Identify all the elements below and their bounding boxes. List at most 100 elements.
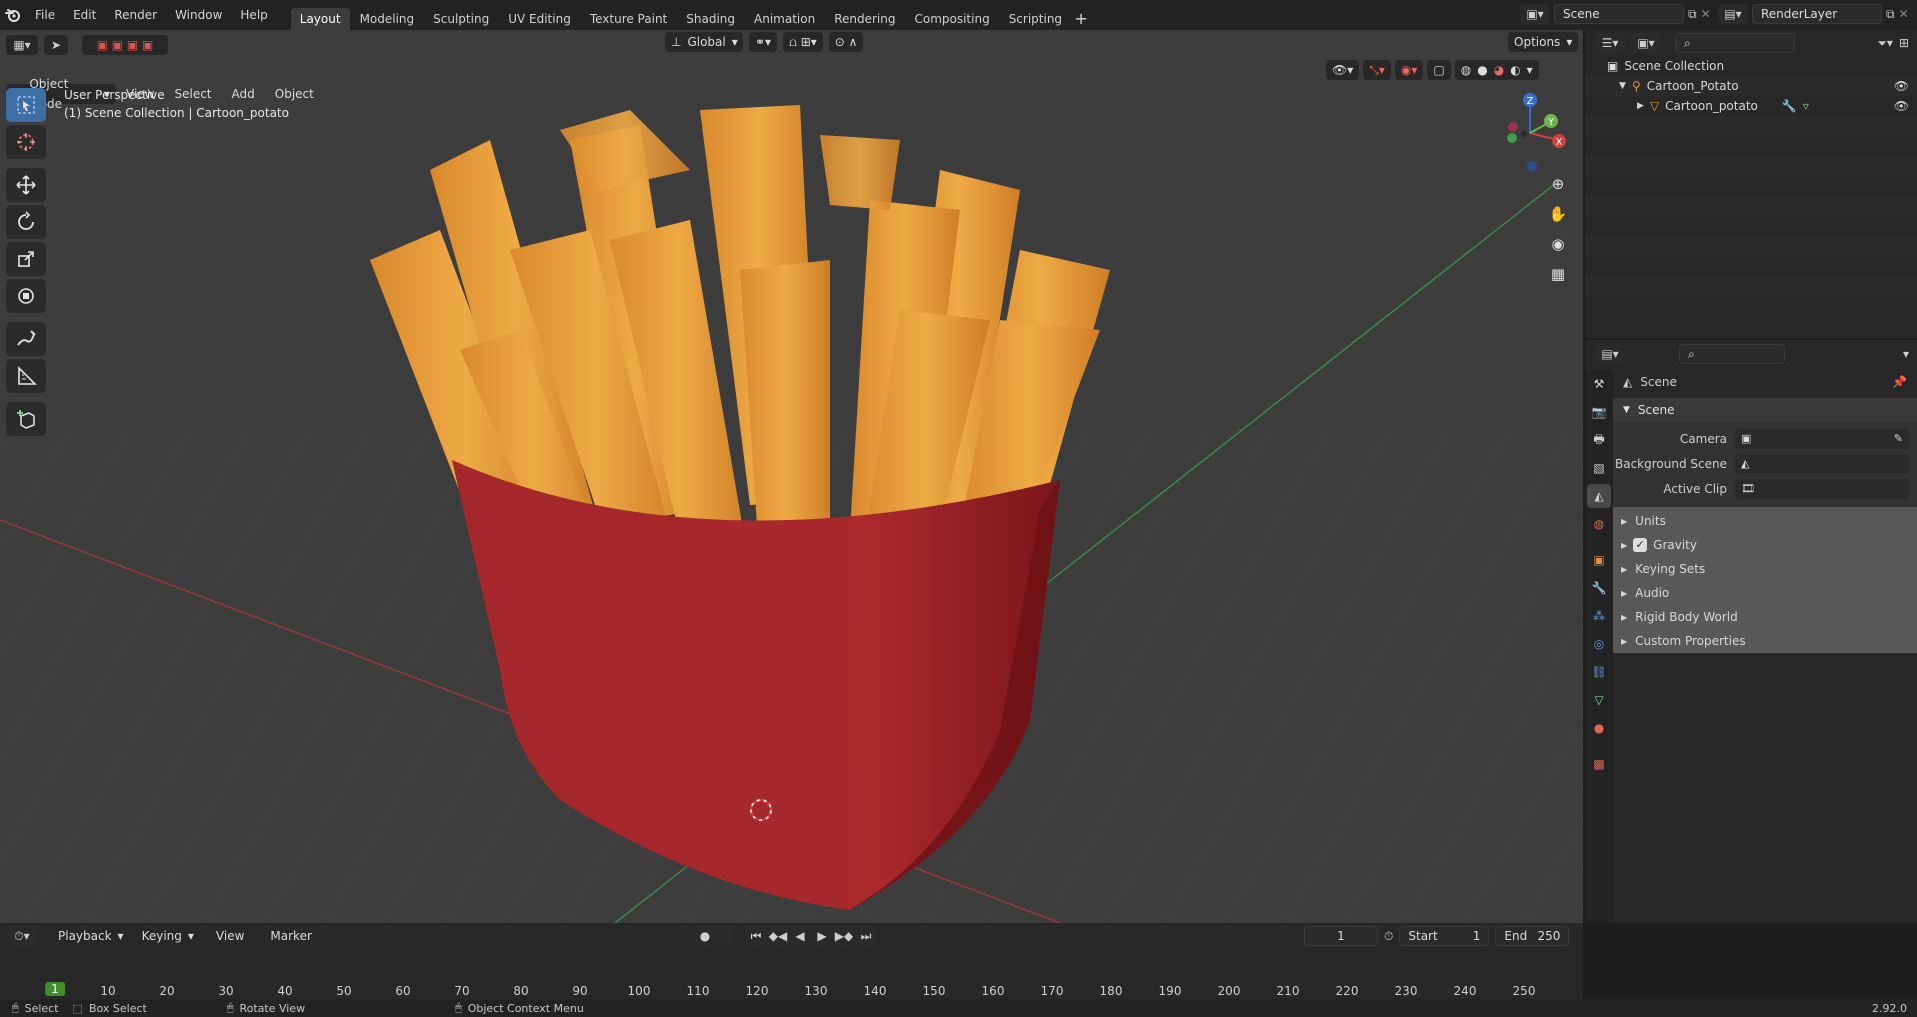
add-cube-tool[interactable] (6, 402, 46, 436)
editor-type-icon[interactable]: ▦▾ (6, 35, 38, 55)
material-tab-icon[interactable]: ● (1587, 716, 1611, 740)
rendered-shading-icon[interactable]: ◐ (1510, 60, 1520, 80)
playback-dropdown[interactable]: Playback ▾ (52, 926, 130, 946)
cursor-tool[interactable] (6, 125, 46, 159)
record-icon[interactable]: ● (694, 926, 716, 946)
blender-logo-icon[interactable] (0, 0, 26, 30)
visibility-eye-icon[interactable]: 👁 (1894, 99, 1909, 113)
menu-render[interactable]: Render (105, 0, 166, 30)
view-layer-tab-icon[interactable]: ▧ (1587, 456, 1611, 480)
tab-compositing[interactable]: Compositing (905, 8, 998, 30)
menu-edit[interactable]: Edit (64, 0, 105, 30)
tab-sculpting[interactable]: Sculpting (424, 8, 498, 30)
delete-scene-icon[interactable]: ✕ (1701, 7, 1711, 21)
keying-dropdown[interactable]: Keying ▾ (135, 926, 200, 946)
chevron-down-icon[interactable]: ▾ (1527, 60, 1533, 80)
tab-texture-paint[interactable]: Texture Paint (581, 8, 676, 30)
pan-hand-icon[interactable]: ✋ (1544, 200, 1572, 228)
expand-arrow-icon[interactable]: ▼ (1619, 81, 1626, 91)
gizmo-toggle[interactable]: ⤡▾ (1363, 60, 1391, 80)
gravity-panel-header[interactable]: ▶ ✓ Gravity (1613, 533, 1917, 557)
outliner-row-scene-collection[interactable]: ▣ Scene Collection (1585, 56, 1917, 76)
selection-mode-icon[interactable]: ▣ ▣ ▣ ▣ (82, 35, 168, 55)
solid-shading-icon[interactable]: ● (1477, 60, 1487, 80)
visibility-eye-icon[interactable]: 👁 (1894, 79, 1909, 93)
measure-tool[interactable] (6, 359, 46, 393)
transform-tool[interactable] (6, 279, 46, 313)
start-frame-field[interactable]: Start 1 (1399, 926, 1490, 946)
pin-icon[interactable]: 📌 (1892, 375, 1907, 389)
play-reverse-icon[interactable]: ◀ (790, 926, 810, 946)
expand-arrow-icon[interactable]: ▶ (1637, 101, 1644, 111)
options-dropdown[interactable]: Options ▾ (1508, 32, 1579, 52)
scene-panel-header[interactable]: ▼ Scene (1613, 398, 1917, 422)
viewport-menu-add[interactable]: Add (222, 87, 265, 101)
auto-key-options-icon[interactable] (718, 926, 734, 946)
camera-view-icon[interactable]: ◉ (1544, 230, 1572, 258)
pivot-point-dropdown[interactable]: ⚭▾ (749, 32, 778, 52)
rotate-tool[interactable] (6, 205, 46, 239)
display-mode-icon[interactable]: ▣▾ (1631, 33, 1661, 53)
annotate-tool[interactable] (6, 322, 46, 356)
overlays-toggle[interactable]: ◉▾ (1394, 60, 1424, 80)
constraints-tab-icon[interactable]: ⛓ (1587, 660, 1611, 684)
material-shading-icon[interactable]: ◕ (1494, 60, 1504, 80)
keying-sets-panel-header[interactable]: ▶ Keying Sets (1613, 557, 1917, 581)
background-scene-field[interactable]: ◭ (1735, 453, 1909, 474)
jump-start-icon[interactable]: ⏮ (746, 926, 766, 946)
custom-properties-panel-header[interactable]: ▶ Custom Properties (1613, 629, 1917, 653)
prev-keyframe-icon[interactable]: ◆◀ (768, 926, 788, 946)
snap-dropdown[interactable]: ⩍ ⊞▾ (783, 32, 823, 52)
next-keyframe-icon[interactable]: ▶◆ (834, 926, 854, 946)
active-clip-field[interactable]: 🎞 (1735, 478, 1909, 499)
outliner-row-collection[interactable]: ▼ ⚲ Cartoon_Potato 👁 (1585, 76, 1917, 96)
properties-search-input[interactable]: ⌕ (1679, 344, 1785, 364)
filter-icon[interactable]: ⏷▾ (1877, 36, 1893, 51)
proportional-edit-dropdown[interactable]: ⊙ ∧ (828, 32, 864, 52)
xray-toggle[interactable]: ▢ (1427, 60, 1451, 80)
object-tab-icon[interactable]: ▣ (1587, 548, 1611, 572)
add-workspace-icon[interactable]: + (1072, 10, 1090, 30)
view-layer-selector-icon[interactable]: ▤▾ (1718, 4, 1748, 24)
new-scene-icon[interactable]: ⧉ (1688, 7, 1697, 22)
data-tab-icon[interactable]: ▽ (1587, 688, 1611, 712)
modifier-tab-icon[interactable]: 🔧 (1587, 576, 1611, 600)
select-tool-icon[interactable]: ➤ (44, 35, 68, 55)
navigation-gizmo[interactable]: Z X Y (1490, 88, 1570, 178)
outliner-editor-type-icon[interactable]: ☰▾ (1595, 33, 1625, 53)
perspective-toggle-icon[interactable]: ▦ (1544, 260, 1572, 288)
current-frame-field[interactable]: 1 (1304, 926, 1378, 946)
tool-tab-icon[interactable]: ⚒ (1587, 372, 1611, 396)
zoom-icon[interactable]: ⊕ (1544, 170, 1572, 198)
properties-editor-type-icon[interactable]: ▤▾ (1595, 344, 1625, 364)
delete-view-layer-icon[interactable]: ✕ (1899, 7, 1909, 21)
play-icon[interactable]: ▶ (812, 926, 832, 946)
scene-tab-icon[interactable]: ◭ (1587, 484, 1611, 508)
timeline-menu-view[interactable]: View (206, 929, 254, 943)
tab-shading[interactable]: Shading (677, 8, 744, 30)
render-tab-icon[interactable]: 📷 (1587, 400, 1611, 424)
menu-help[interactable]: Help (231, 0, 276, 30)
transform-orientation-dropdown[interactable]: ⊥ Global ▾ (665, 32, 743, 52)
camera-field[interactable]: ▣ ✎ (1735, 428, 1909, 449)
texture-tab-icon[interactable]: ▩ (1587, 752, 1611, 776)
view-layer-field[interactable]: RenderLayer (1752, 4, 1882, 24)
tab-scripting[interactable]: Scripting (1000, 8, 1071, 30)
chevron-down-icon[interactable]: ▾ (1903, 347, 1909, 361)
frame-ruler[interactable]: 1 10 20 30 40 50 60 70 80 90 100 110 120… (0, 951, 1583, 1017)
timeline-menu-marker[interactable]: Marker (260, 929, 321, 943)
menu-file[interactable]: File (26, 0, 64, 30)
menu-window[interactable]: Window (166, 0, 231, 30)
visibility-dropdown[interactable]: 👁▾ (1326, 60, 1360, 80)
wireframe-shading-icon[interactable]: ◍ (1461, 60, 1471, 80)
3d-viewport[interactable]: ▦▾ ➤ ▣ ▣ ▣ ▣ ▣ Object Mode ▾ View Select… (0, 30, 1583, 923)
timeline-editor-type-icon[interactable]: ⏱▾ (6, 926, 38, 946)
units-panel-header[interactable]: ▶ Units (1613, 509, 1917, 533)
new-collection-icon[interactable]: ⊞ (1899, 36, 1909, 50)
tab-layout[interactable]: Layout (290, 8, 350, 30)
scale-tool[interactable] (6, 242, 46, 276)
viewport-menu-select[interactable]: Select (164, 87, 221, 101)
shading-mode-buttons[interactable]: ◍ ● ◕ ◐ ▾ (1454, 60, 1539, 80)
output-tab-icon[interactable]: 🖶 (1587, 428, 1611, 452)
new-view-layer-icon[interactable]: ⧉ (1886, 7, 1895, 22)
